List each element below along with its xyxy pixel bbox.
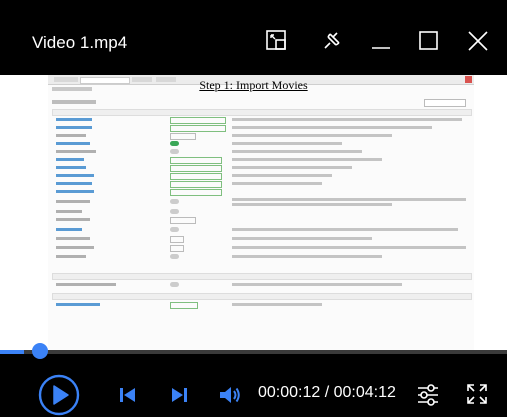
embedded-settings-list (52, 117, 470, 268)
fullscreen-icon[interactable] (465, 382, 489, 406)
previous-icon[interactable] (118, 385, 138, 405)
player-controls: 00:00:12 / 00:04:12 (0, 372, 507, 417)
total-time: 00:04:12 (333, 384, 396, 401)
video-content (48, 75, 474, 350)
close-icon[interactable] (465, 28, 491, 54)
video-frame[interactable]: Step 1: Import Movies (0, 75, 507, 350)
time-separator: / (320, 384, 334, 401)
next-icon[interactable] (169, 385, 189, 405)
seek-track[interactable] (0, 350, 507, 354)
title-bar: Video 1.mp4 (0, 0, 507, 75)
current-time: 00:00:12 (258, 384, 321, 401)
seek-progress (0, 350, 24, 354)
seek-bar[interactable] (0, 343, 507, 372)
window-title: Video 1.mp4 (32, 33, 128, 52)
play-button[interactable] (38, 374, 80, 416)
seek-handle[interactable] (32, 343, 48, 359)
time-display: 00:00:12 / 00:04:12 (258, 384, 396, 402)
video-caption: Step 1: Import Movies (199, 78, 308, 92)
volume-icon[interactable] (218, 384, 242, 406)
pin-icon[interactable] (319, 28, 345, 54)
compact-view-icon[interactable] (264, 28, 290, 54)
minimize-icon[interactable] (368, 28, 394, 54)
settings-sliders-icon[interactable] (416, 383, 440, 407)
maximize-icon[interactable] (416, 28, 442, 54)
